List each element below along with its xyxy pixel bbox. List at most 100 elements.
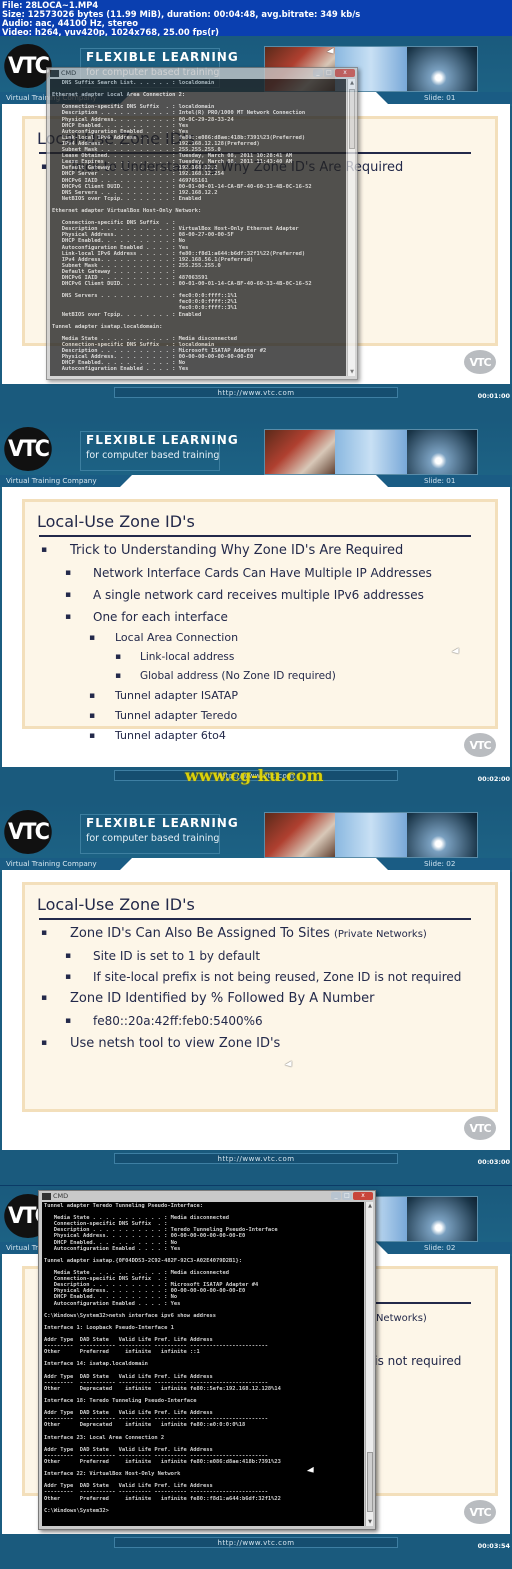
bullet-item: ▪ Trick to Understanding Why Zone ID's Ar…	[37, 539, 497, 562]
bullet-list: ▪ Trick to Understanding Why Zone ID's Ar…	[37, 539, 497, 746]
close-button[interactable]: x	[353, 1192, 373, 1200]
bullet-item: ▪ Network Interface Cards Can Have Multip…	[37, 562, 497, 584]
bullet-text: Global address (No Zone ID required)	[140, 670, 336, 682]
slide-number: Slide: 01	[424, 476, 456, 485]
timecode: 00:03:00	[477, 1158, 510, 1166]
banner-image-sky	[407, 47, 477, 91]
vtc-url[interactable]: http://www.vtc.com	[114, 387, 398, 398]
vtc-watermark-logo: VTC	[464, 1500, 496, 1524]
cmd-output[interactable]: Tunnel adapter Teredo Tunneling Pseudo-I…	[42, 1202, 364, 1526]
cmd-line: Description . . . . . . . . . . . : Inte…	[52, 110, 306, 117]
bullet-icon: ▪	[41, 545, 48, 555]
maximize-button[interactable]: □	[324, 69, 334, 77]
scroll-thumb[interactable]	[367, 1452, 373, 1512]
slide-number: Slide: 01	[424, 93, 456, 102]
content-notch	[120, 858, 388, 870]
bullet-text: Tunnel adapter Teredo	[115, 709, 238, 722]
bullet-item: ▪ Tunnel adapter Teredo	[37, 706, 497, 726]
content-area: Local-Use Zone ID's ▪ Trick to Understand…	[2, 475, 510, 767]
content-area: Local-Use Zone ID's ▪ Zone ID's Can Also …	[2, 858, 510, 1150]
bullet-item: ▪ Local Area Connection	[37, 628, 497, 648]
slide-title: Local-Use Zone ID's	[37, 512, 195, 531]
banner-image-person	[335, 430, 407, 474]
company-name: Virtual Training Company	[6, 859, 97, 868]
bullet-icon: ▪	[65, 612, 72, 622]
minimize-button[interactable]: _	[331, 1192, 341, 1200]
bullet-item: ▪ fe80::20a:42ff:feb0:5400%6	[37, 1010, 497, 1032]
bullet-icon: ▪	[65, 590, 72, 600]
vtc-watermark-logo: VTC	[464, 1116, 496, 1140]
cmd-line: C:\Windows\System32>	[44, 1507, 109, 1514]
bullet-icon: ▪	[65, 951, 72, 961]
slide-number: Slide: 02	[424, 1243, 456, 1252]
cmd-window[interactable]: CMD _ □ x Tunnel adapter Teredo Tunneling Ps…	[38, 1190, 376, 1530]
cmd-scrollbar[interactable]: ▲ ▼	[347, 79, 355, 376]
window-controls: _ □ x	[313, 69, 355, 77]
cmd-window[interactable]: CMD _ □ x DNS Suffix Search List. . . . . .…	[46, 67, 358, 380]
banner-images	[264, 429, 478, 475]
slide-panel: Local-Use Zone ID's ▪ Zone ID's Can Also …	[22, 882, 498, 1112]
scroll-down-icon[interactable]: ▼	[366, 1518, 374, 1526]
cmd-scrollbar[interactable]: ▲ ▼	[365, 1202, 373, 1526]
bullet-icon: ▪	[65, 1016, 72, 1026]
scroll-up-icon[interactable]: ▲	[348, 79, 356, 87]
banner-images	[264, 812, 478, 858]
footer-bar: http://www.vtc.com 00:03:00	[0, 1150, 512, 1185]
cmd-output[interactable]: DNS Suffix Search List. . . . . . : loca…	[50, 79, 346, 376]
bullet-text: Tunnel adapter ISATAP	[115, 689, 238, 702]
bullet-text: Trick to Understanding Why Zone ID's Are…	[70, 543, 404, 558]
bullet-text: A single network card receives multiple …	[93, 588, 424, 602]
bullet-item: ▪ Link-local address	[37, 648, 497, 667]
video-frame-3: VTC FLEXIBLE LEARNING for computer based…	[0, 802, 512, 1185]
cmd-titlebar[interactable]: CMD _ □ x	[47, 68, 357, 79]
bullet-icon: ▪	[41, 1038, 48, 1048]
cmd-icon	[42, 1193, 51, 1200]
timecode: 00:03:54	[477, 1542, 510, 1550]
cmd-title: CMD	[61, 69, 77, 77]
bullet-item: ▪ Site ID is set to 1 by default	[37, 945, 497, 967]
bullet-text: Tunnel adapter 6to4	[115, 729, 226, 742]
slide-number: Slide: 02	[424, 859, 456, 868]
cmd-title: CMD	[53, 1192, 69, 1200]
minimize-button[interactable]: _	[313, 69, 323, 77]
bullet-item: ▪ Tunnel adapter ISATAP	[37, 686, 497, 706]
timecode: 00:02:00	[477, 775, 510, 783]
tagline-title: FLEXIBLE LEARNING	[86, 816, 239, 830]
footer-bar: http://www.vtc.com 00:01:00	[0, 384, 512, 419]
cmd-line: DHCPv6 Client DUID. . . . . . . . : 00-0…	[52, 281, 312, 288]
site-watermark: www.cg-ku.com	[185, 766, 324, 785]
scroll-thumb[interactable]	[349, 89, 355, 149]
vtc-logo: VTC	[4, 44, 52, 88]
slide-title: Local-Use Zone ID's	[37, 895, 195, 914]
vtc-logo: VTC	[4, 427, 52, 471]
scroll-up-icon[interactable]: ▲	[366, 1202, 374, 1210]
footer-bar: http://www.vtc.com 00:03:54	[0, 1534, 512, 1569]
content-notch	[120, 475, 388, 487]
cmd-titlebar[interactable]: CMD _ □ x	[39, 1191, 375, 1202]
banner-image-sky	[407, 813, 477, 857]
bullet-icon: ▪	[89, 731, 96, 741]
bullet-icon: ▪	[89, 711, 96, 721]
bullet-note: (Private Networks)	[334, 929, 427, 940]
video-frame-2: VTC FLEXIBLE LEARNING for computer based…	[0, 419, 512, 802]
bullet-item: ▪ If site-local prefix is not being reuse…	[37, 967, 497, 987]
bullet-icon: ▪	[115, 671, 122, 681]
title-divider	[39, 535, 471, 537]
bullet-item: ▪ Use netsh tool to view Zone ID's	[37, 1032, 497, 1055]
bullet-text: Zone ID Identified by % Followed By A Nu…	[70, 991, 375, 1006]
vtc-url[interactable]: http://www.vtc.com	[114, 1537, 398, 1548]
banner-image-hand	[265, 430, 335, 474]
banner-image-sky	[407, 430, 477, 474]
bullet-item: ▪ One for each interface	[37, 606, 497, 628]
scroll-down-icon[interactable]: ▼	[348, 368, 356, 376]
bullet-text: Network Interface Cards Can Have Multipl…	[93, 566, 432, 580]
bullet-item: ▪ Global address (No Zone ID required)	[37, 667, 497, 686]
maximize-button[interactable]: □	[342, 1192, 352, 1200]
slide-panel: Local-Use Zone ID's ▪ Trick to Understand…	[22, 499, 498, 742]
vtc-url[interactable]: http://www.vtc.com	[114, 1153, 398, 1164]
bullet-item: ▪ Zone ID's Can Also Be Assigned To Sites…	[37, 922, 497, 945]
close-button[interactable]: x	[335, 69, 355, 77]
vtc-logo: VTC	[4, 810, 52, 854]
tagline-subtitle: for computer based training	[86, 833, 220, 844]
bullet-icon: ▪	[65, 972, 72, 982]
